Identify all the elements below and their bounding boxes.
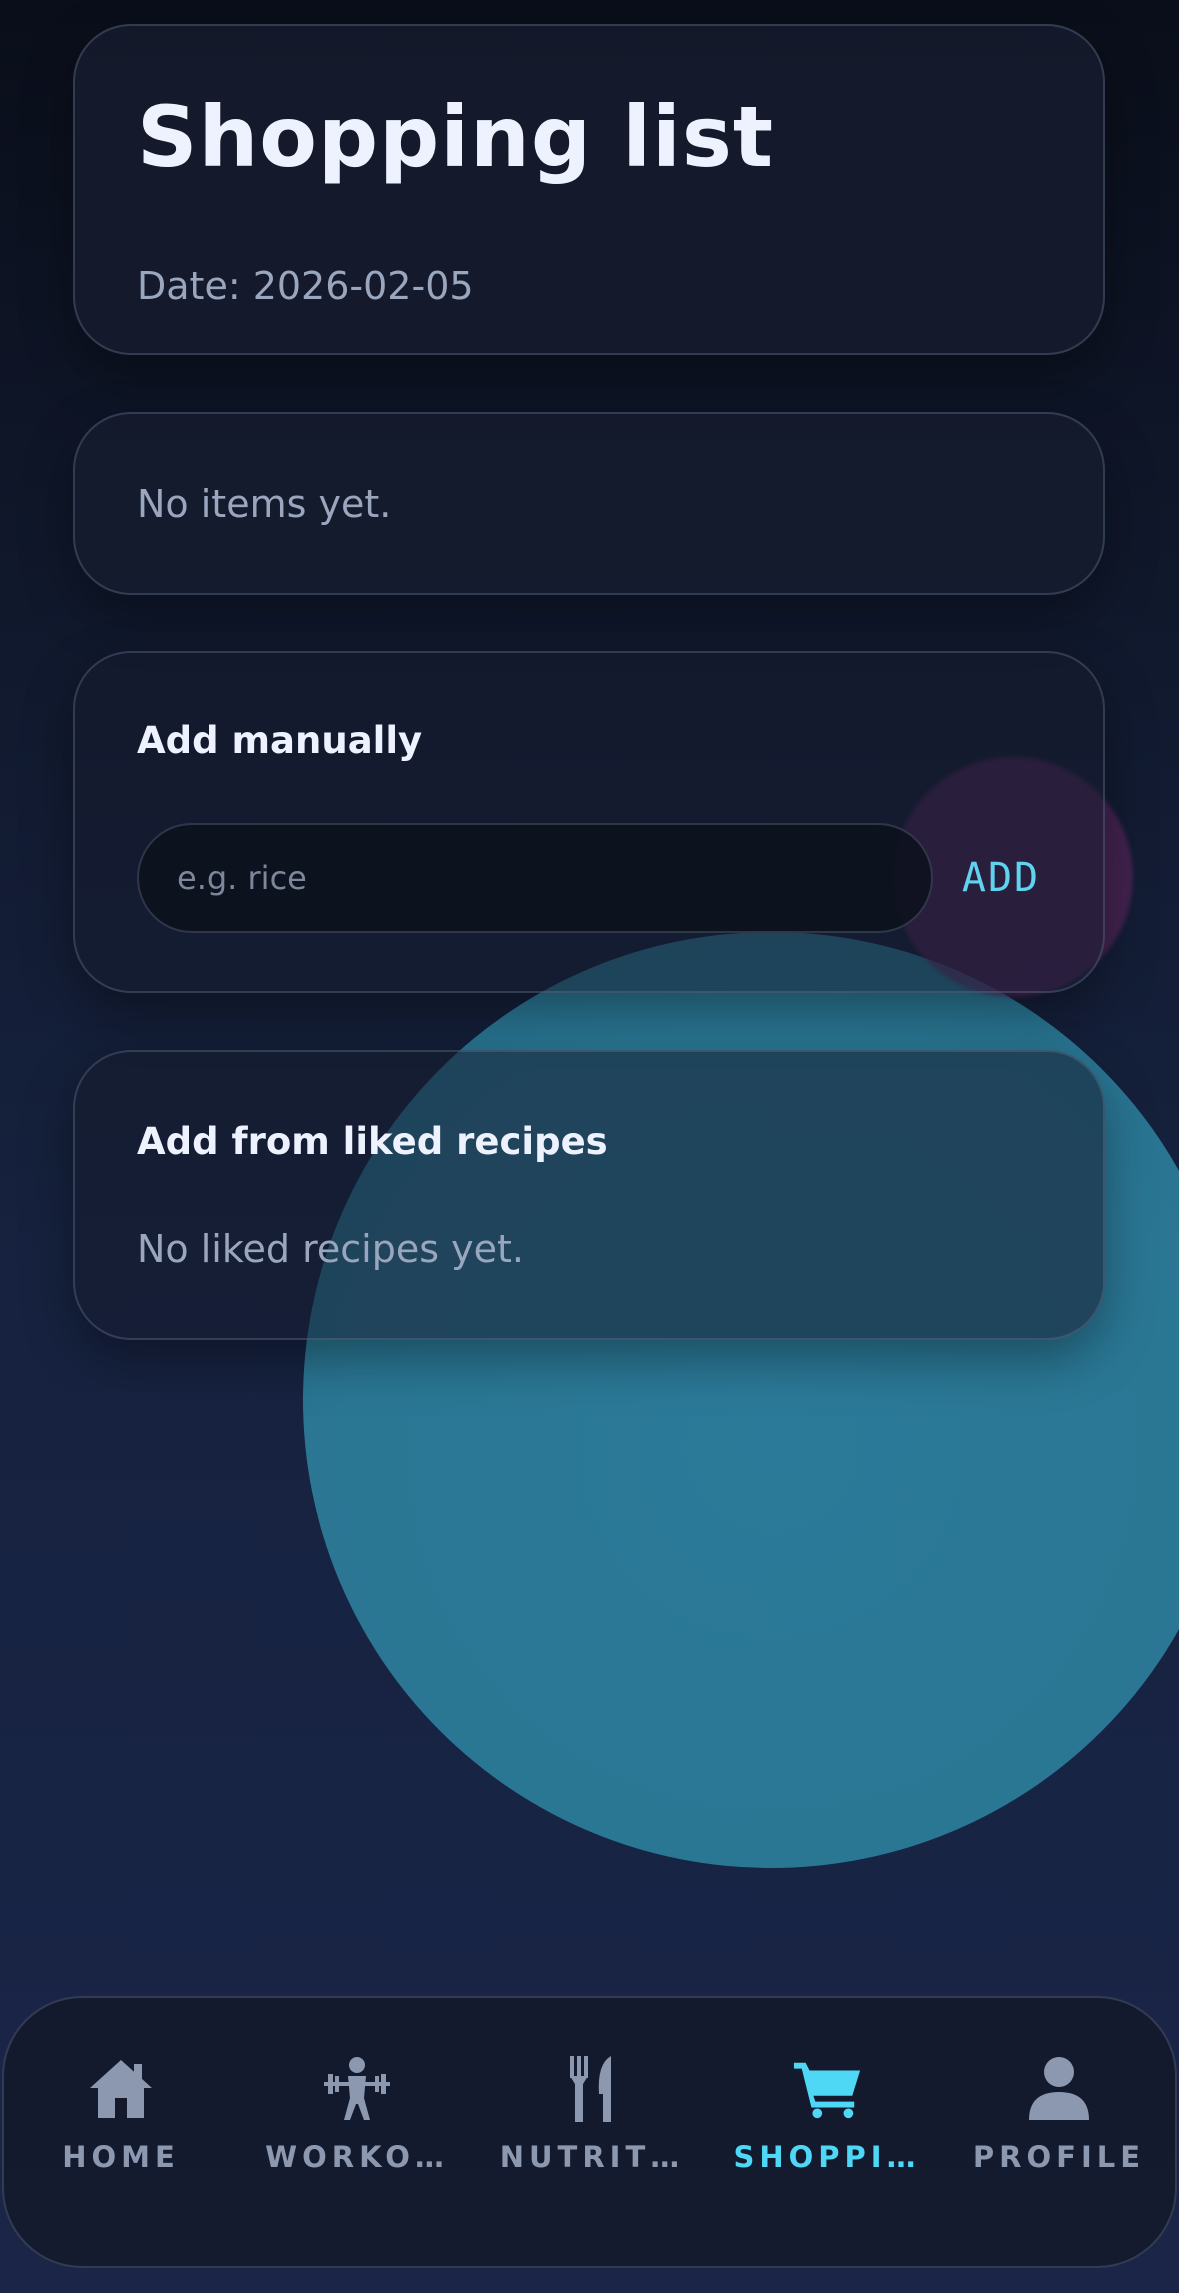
page-title: Shopping list — [137, 88, 774, 186]
nav-item-home[interactable]: HOME — [21, 2054, 221, 2204]
header-card: Shopping list Date: 2026-02-05 — [73, 24, 1105, 355]
cart-icon — [792, 2054, 862, 2124]
nav-item-shopping[interactable]: SHOPPI… — [727, 2054, 927, 2204]
liked-recipes-card: Add from liked recipes No liked recipes … — [73, 1050, 1105, 1340]
nav-label-profile: PROFILE — [972, 2140, 1146, 2174]
items-card: No items yet. — [73, 412, 1105, 595]
add-button[interactable]: ADD — [941, 823, 1061, 933]
nav-label-workouts: WORKO… — [265, 2140, 449, 2174]
nav-item-workouts[interactable]: WORKO… — [257, 2054, 457, 2204]
shopping-list-screen: Shopping list Date: 2026-02-05 No items … — [0, 0, 1179, 2293]
person-icon — [1024, 2054, 1094, 2124]
add-manually-card: Add manually ADD — [73, 651, 1105, 993]
empty-liked-text: No liked recipes yet. — [137, 1227, 524, 1271]
empty-items-text: No items yet. — [137, 482, 392, 526]
nav-item-profile[interactable]: PROFILE — [959, 2054, 1159, 2204]
liked-recipes-heading: Add from liked recipes — [137, 1120, 608, 1163]
fork-knife-icon — [557, 2054, 627, 2124]
home-icon — [86, 2054, 156, 2124]
nav-label-home: HOME — [62, 2140, 180, 2174]
date-label: Date: 2026-02-05 — [137, 264, 474, 308]
bottom-nav: HOME WORKO… NUTRIT… SHOPPI… PROFILE — [2, 1996, 1177, 2268]
nav-label-nutrition: NUTRIT… — [499, 2140, 685, 2174]
nav-item-nutrition[interactable]: NUTRIT… — [492, 2054, 692, 2204]
add-manually-heading: Add manually — [137, 719, 423, 762]
weightlifting-icon — [322, 2054, 392, 2124]
item-name-input[interactable] — [137, 823, 933, 933]
nav-label-shopping: SHOPPI… — [733, 2140, 921, 2174]
